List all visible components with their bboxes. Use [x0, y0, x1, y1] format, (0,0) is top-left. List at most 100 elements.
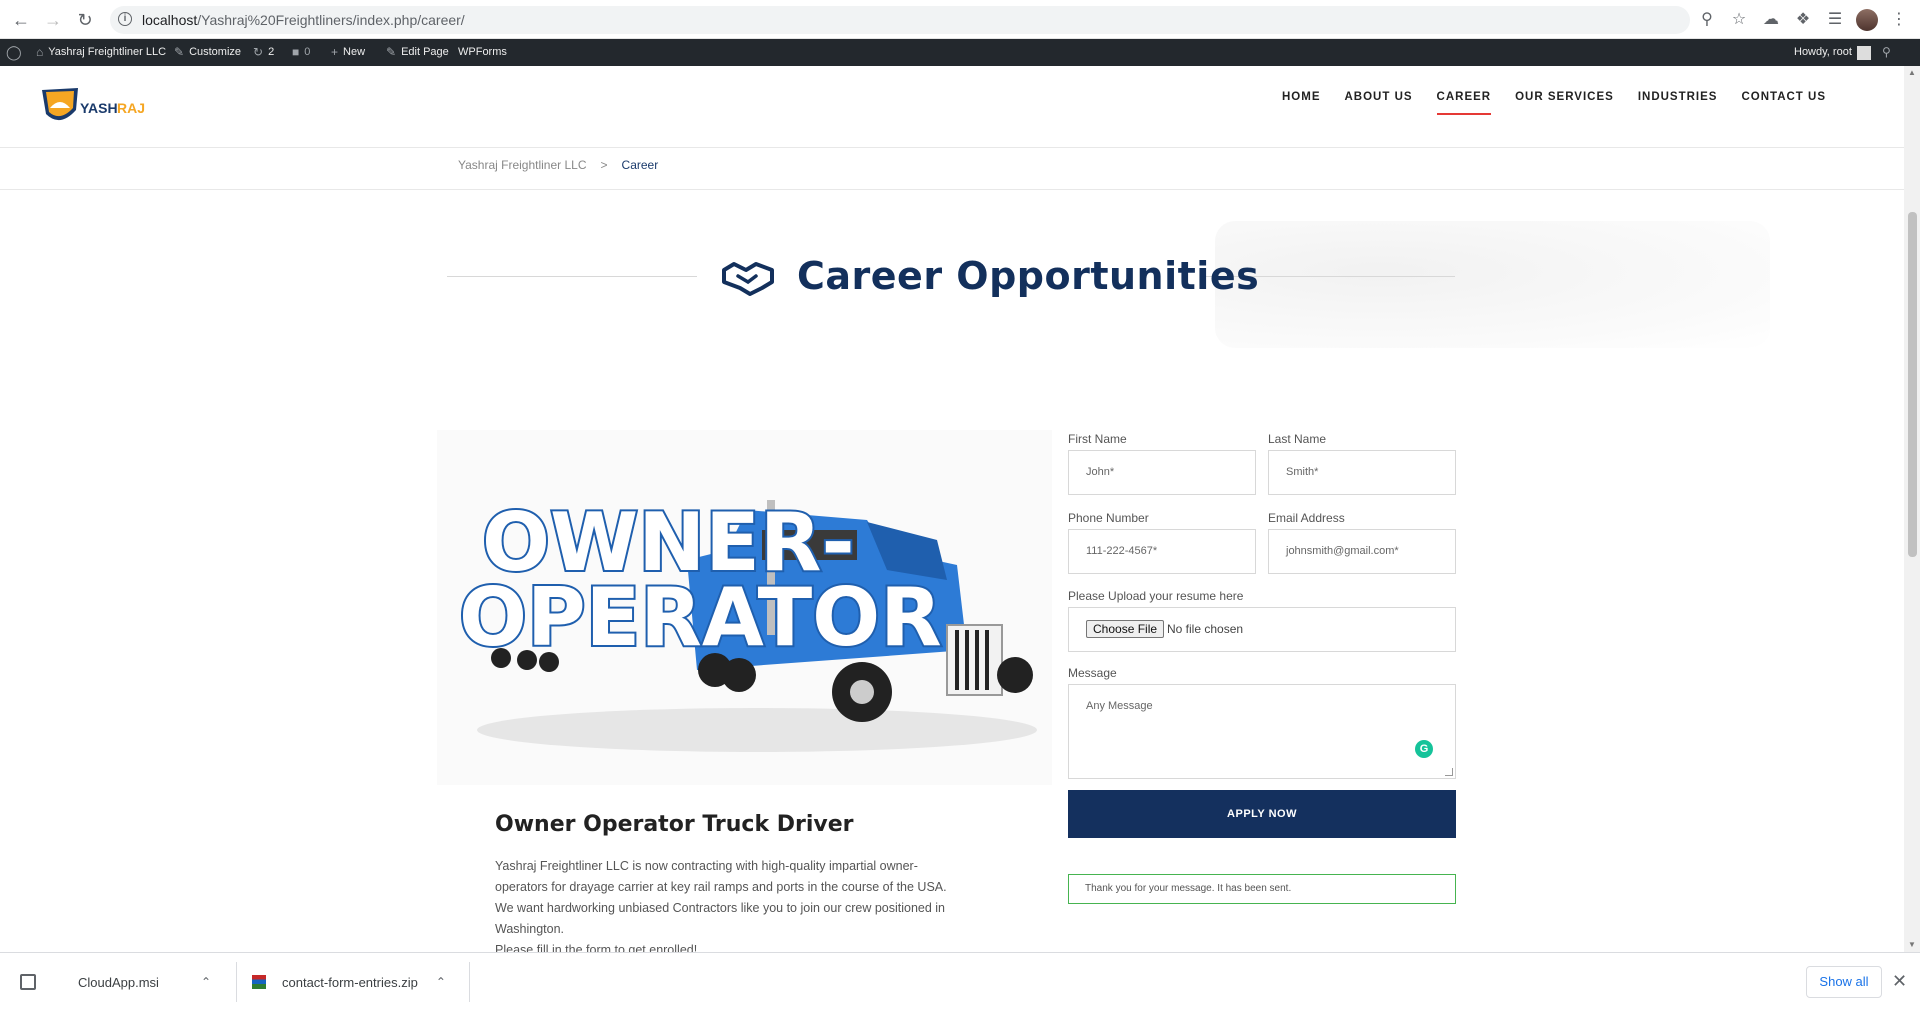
owner-operator-truck-image: OWNER- OPERATOR — [437, 430, 1052, 785]
bookmark-star-icon[interactable]: ☆ — [1728, 9, 1750, 31]
close-icon[interactable]: ✕ — [1892, 971, 1907, 992]
main-navigation: HOME ABOUT US CAREER OUR SERVICES INDUST… — [1282, 91, 1826, 115]
show-all-button[interactable]: Show all — [1806, 966, 1882, 998]
grammarly-icon[interactable]: G — [1415, 740, 1433, 758]
wp-admin-bar: ◯ ⌂ Yashraj Freightliner LLC ✎ Customize ↻… — [0, 39, 1920, 66]
zoom-icon[interactable]: ⚲ — [1696, 9, 1718, 31]
handshake-icon — [722, 262, 774, 296]
last-name-input[interactable]: Smith* — [1268, 450, 1456, 495]
browser-toolbar: ← → ↻ i localhost/Yashraj%20Freightliner… — [0, 0, 1920, 39]
site-name-label: Yashraj Freightliner LLC — [48, 46, 167, 58]
admin-updates[interactable]: ↻ 2 — [253, 39, 274, 66]
address-bar[interactable]: i localhost/Yashraj%20Freightliners/inde… — [110, 6, 1690, 34]
admin-customize[interactable]: ✎ Customize — [174, 39, 241, 66]
scroll-up-arrow-icon[interactable]: ▲ — [1908, 68, 1916, 77]
pencil-icon: ✎ — [386, 45, 397, 59]
new-label: New — [343, 46, 366, 58]
job-description-line: operators for drayage carrier at key rai… — [495, 880, 947, 894]
admin-comments[interactable]: ■ 0 — [292, 39, 310, 66]
nav-our-services[interactable]: OUR SERVICES — [1515, 91, 1614, 115]
cloud-extension-icon[interactable]: ☁ — [1760, 9, 1782, 31]
admin-howdy[interactable]: Howdy, root — [1794, 39, 1871, 66]
site-info-icon[interactable]: i — [118, 12, 132, 26]
nav-career[interactable]: CAREER — [1436, 91, 1492, 115]
url-text[interactable]: localhost/Yashraj%20Freightliners/index.… — [142, 12, 465, 28]
last-name-label: Last Name — [1268, 432, 1327, 446]
first-name-label: First Name — [1068, 432, 1127, 446]
updates-icon: ↻ — [253, 45, 264, 59]
job-description: Yashraj Freightliner LLC is now contract… — [495, 856, 995, 961]
breadcrumb-bar: Yashraj Freightliner LLC > Career — [0, 148, 1904, 190]
message-textarea[interactable]: Any Message G — [1068, 684, 1456, 779]
user-avatar-icon — [1856, 45, 1871, 60]
nav-industries[interactable]: INDUSTRIES — [1638, 91, 1718, 115]
howdy-label: Howdy, root — [1794, 46, 1852, 58]
back-icon[interactable]: ← — [10, 9, 32, 31]
apply-now-button[interactable]: APPLY NOW — [1068, 790, 1456, 838]
nav-contact-us[interactable]: CONTACT US — [1741, 91, 1826, 115]
edit-page-label: Edit Page — [401, 46, 449, 58]
nav-about-us[interactable]: ABOUT US — [1344, 91, 1412, 115]
success-message: Thank you for your message. It has been … — [1068, 874, 1456, 904]
page-title: Career Opportunities — [797, 254, 1260, 298]
first-name-input[interactable]: John* — [1068, 450, 1256, 495]
download-filename: contact-form-entries.zip — [282, 974, 418, 990]
reading-list-icon[interactable]: ☰ — [1824, 9, 1846, 31]
plus-icon: + — [331, 45, 339, 59]
wordpress-logo-icon[interactable]: ◯ — [6, 39, 22, 66]
scroll-down-arrow-icon[interactable]: ▼ — [1908, 940, 1916, 949]
email-label: Email Address — [1268, 511, 1345, 525]
phone-input[interactable]: 111-222-4567* — [1068, 529, 1256, 574]
choose-file-button[interactable]: Choose File — [1086, 620, 1165, 638]
job-description-line: We want hardworking unbiased Contractors… — [495, 901, 946, 915]
title-divider-left — [447, 276, 697, 277]
download-filename: CloudApp.msi — [78, 974, 159, 990]
resume-label: Please Upload your resume here — [1068, 589, 1244, 603]
scrollbar-thumb[interactable] — [1908, 212, 1917, 557]
phone-label: Phone Number — [1068, 511, 1149, 525]
resize-handle[interactable] — [1445, 768, 1453, 776]
resume-upload-field: Choose File No file chosen — [1068, 607, 1456, 652]
chevron-up-icon[interactable]: ⌃ — [436, 975, 446, 989]
nav-home[interactable]: HOME — [1282, 91, 1321, 115]
breadcrumb: Yashraj Freightliner LLC > Career — [458, 158, 658, 172]
download-divider — [469, 962, 470, 1002]
download-item[interactable]: contact-form-entries.zip ⌃ — [252, 953, 462, 1011]
comments-count: 0 — [304, 46, 311, 58]
zip-file-icon — [252, 975, 266, 989]
download-divider — [236, 962, 237, 1002]
reload-icon[interactable]: ↻ — [74, 9, 96, 31]
site-header: YASH RAJ HOME ABOUT US CAREER OUR SERVIC… — [0, 66, 1904, 148]
file-status-text: No file chosen — [1167, 622, 1244, 636]
yashraj-logo[interactable]: YASH RAJ — [40, 86, 150, 130]
message-label: Message — [1068, 666, 1117, 680]
browser-actions: ⚲ ☆ ☁ ❖ ☰ ⋮ — [1696, 9, 1910, 31]
admin-edit-page[interactable]: ✎ Edit Page — [386, 39, 449, 66]
updates-count: 2 — [268, 46, 275, 58]
page-scrollbar[interactable]: ▲ ▼ — [1904, 66, 1920, 952]
job-description-line: Washington. — [495, 922, 565, 936]
forward-icon[interactable]: → — [42, 9, 64, 31]
download-shelf: CloudApp.msi ⌃ contact-form-entries.zip … — [0, 952, 1920, 1010]
chevron-up-icon[interactable]: ⌃ — [201, 975, 211, 989]
comment-icon: ■ — [292, 45, 300, 59]
download-item[interactable]: CloudApp.msi ⌃ — [20, 953, 220, 1011]
breadcrumb-current: Career — [621, 158, 659, 172]
world-map-background — [1215, 221, 1770, 348]
breadcrumb-home[interactable]: Yashraj Freightliner LLC — [458, 158, 587, 172]
admin-search-icon[interactable]: ⚲ — [1882, 39, 1891, 66]
wpforms-label: WPForms — [458, 46, 507, 58]
admin-wpforms[interactable]: WPForms — [458, 39, 507, 66]
admin-new[interactable]: + New — [331, 39, 365, 66]
extensions-puzzle-icon[interactable]: ❖ — [1792, 9, 1814, 31]
admin-site-name[interactable]: ⌂ Yashraj Freightliner LLC — [36, 39, 166, 66]
brush-icon: ✎ — [174, 45, 185, 59]
image-text-line2: OPERATOR — [459, 571, 942, 664]
home-icon: ⌂ — [36, 45, 44, 59]
profile-avatar[interactable] — [1856, 9, 1878, 31]
installer-file-icon — [20, 974, 36, 990]
customize-label: Customize — [189, 46, 242, 58]
message-placeholder: Any Message — [1086, 700, 1153, 712]
menu-kebab-icon[interactable]: ⋮ — [1888, 9, 1910, 31]
email-input[interactable]: johnsmith@gmail.com* — [1268, 529, 1456, 574]
